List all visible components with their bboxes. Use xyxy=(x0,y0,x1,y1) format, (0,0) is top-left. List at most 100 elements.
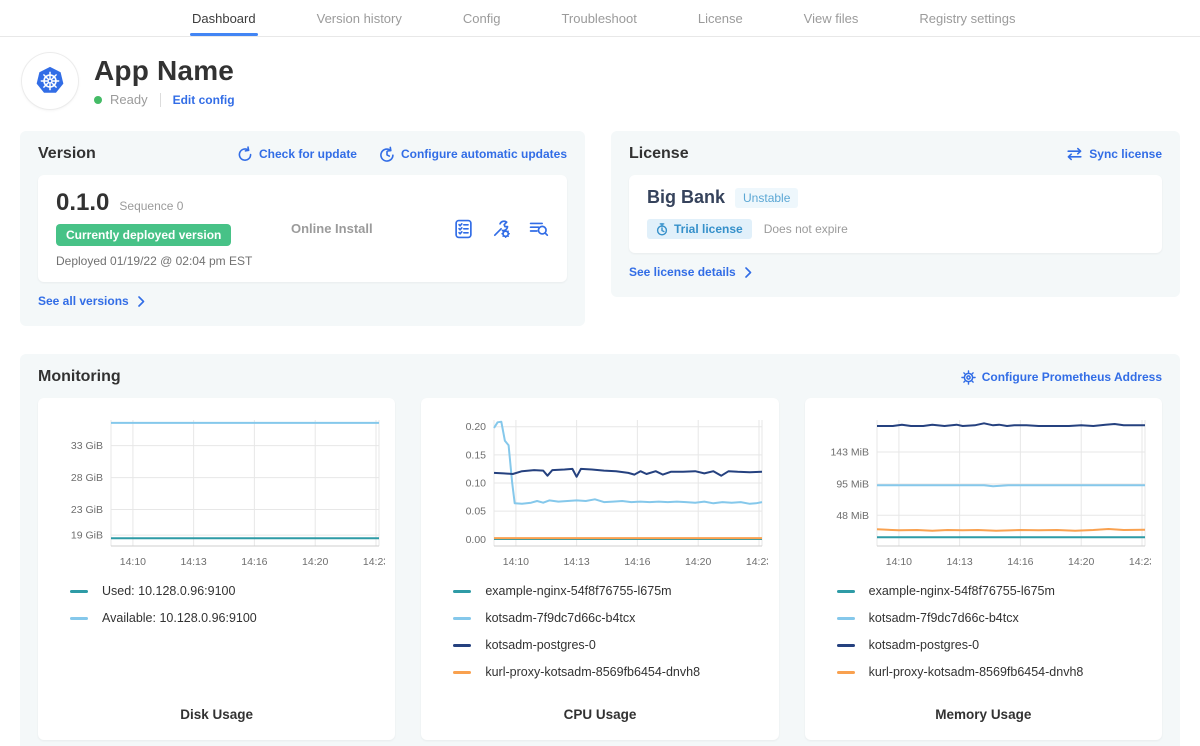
svg-text:14:23: 14:23 xyxy=(746,556,768,568)
app-status-row: Ready Edit config xyxy=(94,92,235,107)
legend-item: example-nginx-54f8f76755-l675m xyxy=(837,584,1152,598)
svg-text:0.20: 0.20 xyxy=(466,421,487,433)
channel-badge: Unstable xyxy=(735,188,798,208)
tab-dashboard[interactable]: Dashboard xyxy=(190,0,258,36)
monitoring-section: Monitoring Configure Prometheus Address … xyxy=(20,354,1180,746)
svg-text:14:13: 14:13 xyxy=(563,556,589,568)
configure-prometheus-link[interactable]: Configure Prometheus Address xyxy=(961,370,1162,385)
config-wrench-icon xyxy=(491,219,511,239)
tab-version-history[interactable]: Version history xyxy=(315,0,404,36)
svg-text:33 GiB: 33 GiB xyxy=(71,440,103,452)
legend-item: kotsadm-7f9dc7d66c-b4tcx xyxy=(837,611,1152,625)
refresh-icon xyxy=(237,146,253,162)
monitoring-header: Monitoring Configure Prometheus Address xyxy=(38,368,1162,386)
current-version-card: 0.1.0 Sequence 0 Currently deployed vers… xyxy=(38,175,567,282)
license-details-card: Big Bank Unstable Trial license Does not… xyxy=(629,175,1162,253)
chart-card-cpu-usage: 14:1014:1314:1614:2014:230.000.050.100.1… xyxy=(421,398,778,740)
svg-text:14:23: 14:23 xyxy=(1129,556,1151,568)
edit-config-values-button[interactable] xyxy=(491,219,511,239)
legend-dash-icon xyxy=(453,644,471,647)
version-number: 0.1.0 xyxy=(56,189,109,217)
summary-cards-row: Version Check for update Configure au xyxy=(0,121,1200,326)
view-deploy-logs-button[interactable] xyxy=(529,220,549,238)
tab-registry-settings[interactable]: Registry settings xyxy=(917,0,1017,36)
app-avatar xyxy=(22,53,78,109)
version-card: Version Check for update Configure au xyxy=(20,131,585,326)
legend-item: kotsadm-7f9dc7d66c-b4tcx xyxy=(453,611,768,625)
legend-label: kotsadm-7f9dc7d66c-b4tcx xyxy=(485,611,635,625)
edit-config-link[interactable]: Edit config xyxy=(173,93,235,107)
nav-tabs: Dashboard Version history Config Troublesho… xyxy=(190,0,1017,36)
cpu-usage-legend: example-nginx-54f8f76755-l675m kotsadm-7f… xyxy=(453,584,768,679)
release-notes-button[interactable] xyxy=(454,219,473,239)
svg-text:0.00: 0.00 xyxy=(466,534,487,546)
memory-usage-title: Memory Usage xyxy=(815,707,1152,726)
version-card-actions: Check for update Configure automatic upd… xyxy=(237,146,567,162)
legend-dash-icon xyxy=(453,590,471,593)
tab-troubleshoot[interactable]: Troubleshoot xyxy=(559,0,638,36)
sync-license-link[interactable]: Sync license xyxy=(1066,147,1162,161)
configure-automatic-updates-link[interactable]: Configure automatic updates xyxy=(379,146,567,162)
legend-label: Used: 10.128.0.96:9100 xyxy=(102,584,235,598)
app-header: App Name Ready Edit config xyxy=(0,37,1200,121)
svg-text:14:10: 14:10 xyxy=(886,556,912,568)
legend-item: kotsadm-postgres-0 xyxy=(453,638,768,652)
version-card-header: Version Check for update Configure au xyxy=(38,145,567,163)
legend-label: kotsadm-postgres-0 xyxy=(485,638,595,652)
charts-row: 14:1014:1314:1614:2014:2319 GiB23 GiB28 … xyxy=(38,398,1162,740)
gear-icon xyxy=(961,370,976,385)
deployed-timestamp: Deployed 01/19/22 @ 02:04 pm EST xyxy=(56,254,291,268)
legend-label: example-nginx-54f8f76755-l675m xyxy=(869,584,1055,598)
svg-text:14:20: 14:20 xyxy=(1068,556,1094,568)
see-all-versions-link[interactable]: See all versions xyxy=(38,294,146,308)
legend-label: kotsadm-postgres-0 xyxy=(869,638,979,652)
stopwatch-icon xyxy=(656,223,668,236)
svg-text:14:20: 14:20 xyxy=(302,556,328,568)
chevron-right-icon xyxy=(744,267,753,278)
legend-dash-icon xyxy=(837,590,855,593)
svg-text:14:16: 14:16 xyxy=(241,556,267,568)
version-card-title: Version xyxy=(38,145,96,163)
legend-dash-icon xyxy=(70,617,88,620)
svg-text:48 MiB: 48 MiB xyxy=(837,510,870,522)
legend-item: Available: 10.128.0.96:9100 xyxy=(70,611,385,625)
version-sequence: Sequence 0 xyxy=(119,199,183,213)
legend-label: kurl-proxy-kotsadm-8569fb6454-dnvh8 xyxy=(869,665,1084,679)
legend-item: kurl-proxy-kotsadm-8569fb6454-dnvh8 xyxy=(453,665,768,679)
license-card-title: License xyxy=(629,145,689,163)
tab-license[interactable]: License xyxy=(696,0,745,36)
svg-text:0.05: 0.05 xyxy=(466,506,487,518)
svg-text:0.15: 0.15 xyxy=(466,449,487,461)
see-license-details-link[interactable]: See license details xyxy=(629,265,753,279)
status-dot-icon xyxy=(94,96,102,104)
clock-refresh-icon xyxy=(379,146,395,162)
chart-card-disk-usage: 14:1014:1314:1614:2014:2319 GiB23 GiB28 … xyxy=(38,398,395,740)
svg-text:95 MiB: 95 MiB xyxy=(837,479,870,491)
tab-config[interactable]: Config xyxy=(461,0,503,36)
svg-text:14:10: 14:10 xyxy=(503,556,529,568)
tab-view-files[interactable]: View files xyxy=(802,0,861,36)
svg-text:143 MiB: 143 MiB xyxy=(831,447,870,459)
license-card: License Sync license Big Bank Unstable xyxy=(611,131,1180,297)
release-notes-icon xyxy=(454,219,473,239)
legend-item: Used: 10.128.0.96:9100 xyxy=(70,584,385,598)
legend-dash-icon xyxy=(837,671,855,674)
version-info: 0.1.0 Sequence 0 Currently deployed vers… xyxy=(56,189,291,268)
legend-label: Available: 10.128.0.96:9100 xyxy=(102,611,257,625)
legend-label: kurl-proxy-kotsadm-8569fb6454-dnvh8 xyxy=(485,665,700,679)
chevron-right-icon xyxy=(137,296,146,307)
check-for-update-link[interactable]: Check for update xyxy=(237,146,357,162)
disk-usage-legend: Used: 10.128.0.96:9100 Available: 10.128.… xyxy=(70,584,385,625)
legend-label: kotsadm-7f9dc7d66c-b4tcx xyxy=(869,611,1019,625)
disk-usage-chart: 14:1014:1314:1614:2014:2319 GiB23 GiB28 … xyxy=(48,410,385,574)
legend-item: example-nginx-54f8f76755-l675m xyxy=(453,584,768,598)
svg-text:19 GiB: 19 GiB xyxy=(71,530,103,542)
svg-text:0.10: 0.10 xyxy=(466,478,487,490)
license-card-header: License Sync license xyxy=(629,145,1162,163)
legend-dash-icon xyxy=(453,617,471,620)
kubernetes-logo-icon xyxy=(28,59,72,103)
top-nav: Dashboard Version history Config Troublesho… xyxy=(0,0,1200,37)
cpu-usage-chart: 14:1014:1314:1614:2014:230.000.050.100.1… xyxy=(431,410,768,574)
legend-item: kotsadm-postgres-0 xyxy=(837,638,1152,652)
deployed-badge: Currently deployed version xyxy=(56,224,231,246)
